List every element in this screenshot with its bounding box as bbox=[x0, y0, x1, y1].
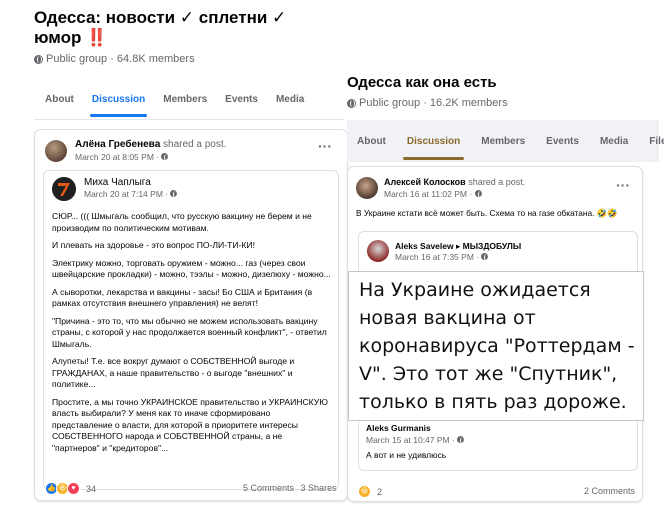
tabs-divider bbox=[34, 119, 344, 120]
globe-icon bbox=[347, 98, 356, 108]
post-author-line: Алексей Колосков shared a post. bbox=[384, 177, 525, 187]
tab-media[interactable]: Media bbox=[276, 94, 304, 105]
avatar-seven-icon bbox=[52, 177, 76, 201]
tab-events[interactable]: Events bbox=[546, 136, 579, 147]
post-author[interactable]: Алексей Колосков bbox=[384, 177, 466, 187]
paragraph: "Причина - это то, что мы обычно не може… bbox=[52, 315, 327, 349]
globe-icon bbox=[34, 54, 43, 64]
post-shared-text: shared a post. bbox=[163, 139, 227, 150]
tab-files[interactable]: Files bbox=[649, 136, 664, 147]
right-group-meta-text: Public group · 16.2K members bbox=[359, 97, 508, 109]
tab-discussion[interactable]: Discussion bbox=[89, 94, 148, 117]
paragraph: Электрику можно, торговать оружием - мож… bbox=[52, 257, 331, 280]
paragraph: И плевать на здоровье - это вопрос ПО-ЛИ… bbox=[52, 240, 255, 250]
shared-post-text: СЮР... ((( Шмыгаль сообщил, что русскую … bbox=[52, 211, 332, 460]
right-group-title[interactable]: Одесса как она есть bbox=[347, 74, 497, 91]
comment-date-text[interactable]: March 15 at 10:47 PM · bbox=[366, 435, 457, 445]
tab-members[interactable]: Members bbox=[163, 94, 207, 105]
tab-members[interactable]: Members bbox=[481, 136, 525, 147]
post-date-text[interactable]: March 20 at 8:05 PM · bbox=[75, 152, 161, 162]
tab-media[interactable]: Media bbox=[600, 136, 628, 147]
comment-date[interactable]: March 15 at 10:47 PM · bbox=[366, 435, 628, 445]
post-author-line: Алёна Гребенева shared a post. bbox=[75, 139, 226, 150]
globe-icon bbox=[481, 253, 490, 261]
comments-link[interactable]: 2 Comments bbox=[584, 486, 635, 496]
left-post-card: Алёна Гребенева shared a post. March 20 … bbox=[34, 129, 348, 501]
shared-post-card[interactable]: Миха Чаплыга March 20 at 7:14 PM · СЮР..… bbox=[43, 170, 339, 490]
comment-author-name[interactable]: Aleks Gurmanis bbox=[366, 423, 431, 433]
shared-date[interactable]: March 16 at 7:35 PM · bbox=[395, 252, 490, 262]
avatar[interactable] bbox=[367, 240, 389, 262]
paragraph: А сыворотки, лекарства и вакцины - засы!… bbox=[52, 286, 313, 309]
post-author[interactable]: Алёна Гребенева bbox=[75, 139, 160, 150]
globe-icon bbox=[170, 190, 179, 198]
heart-icon: ♥ bbox=[67, 482, 80, 495]
meme-image-text: На Украине ожидается новая вакцина от ко… bbox=[359, 279, 635, 413]
reaction-count[interactable]: 2 bbox=[377, 487, 382, 497]
globe-icon bbox=[161, 153, 170, 161]
right-tabs: About Discussion Members Events Media Fi… bbox=[357, 136, 664, 160]
right-post-card: Алексей Колосков shared a post. March 16… bbox=[347, 166, 644, 502]
post-text: В Украине кстати всё может быть. Схема т… bbox=[356, 208, 618, 218]
avatar[interactable] bbox=[45, 140, 67, 162]
avatar[interactable] bbox=[356, 177, 378, 199]
shared-date-text[interactable]: March 20 at 7:14 PM · bbox=[84, 189, 170, 199]
post-date-text[interactable]: March 16 at 11:02 PM · bbox=[384, 189, 475, 199]
arrow-icon: ▸ bbox=[455, 241, 461, 251]
tab-about[interactable]: About bbox=[45, 94, 74, 105]
shared-date-text[interactable]: March 16 at 7:35 PM · bbox=[395, 252, 481, 262]
paragraph: Простите, а мы точно УКРАИНСКОЕ правител… bbox=[52, 396, 328, 453]
comment-author: Aleks Gurmanis bbox=[366, 423, 628, 433]
post-date[interactable]: March 16 at 11:02 PM · bbox=[384, 189, 483, 199]
shared-author-line: Aleks Savelew ▸ МЫЗДОБУЛЫ bbox=[395, 241, 521, 252]
globe-icon bbox=[457, 436, 466, 444]
paragraph: Алупеты! Т.е. все вокруг думают о СОБСТВ… bbox=[52, 356, 295, 389]
post-date[interactable]: March 20 at 8:05 PM · bbox=[75, 152, 170, 162]
post-shared-text: shared a post. bbox=[468, 177, 526, 187]
post-stats: 5 Comments 3 Shares bbox=[243, 483, 337, 493]
reaction-count[interactable]: 34 bbox=[86, 484, 96, 494]
tab-about[interactable]: About bbox=[357, 136, 386, 147]
left-group-meta-text: Public group · 64.8K members bbox=[46, 53, 195, 65]
shared-author[interactable]: Миха Чаплыга bbox=[84, 177, 151, 188]
post-menu-button[interactable]: ··· bbox=[616, 177, 630, 193]
globe-icon bbox=[474, 190, 483, 198]
post-menu-button[interactable]: ··· bbox=[318, 138, 332, 154]
comment-text: А вот и не удивлюсь bbox=[366, 450, 447, 460]
reactions[interactable]: 👍 😆 ♥ 34 bbox=[45, 482, 96, 495]
meme-image[interactable]: На Украине ожидается новая вакцина от ко… bbox=[348, 271, 644, 421]
avatar[interactable] bbox=[52, 177, 76, 201]
haha-icon: 😆 bbox=[358, 485, 371, 498]
tab-discussion[interactable]: Discussion bbox=[402, 136, 465, 160]
left-tabs: About Discussion Members Events Media bbox=[45, 94, 304, 117]
shared-author[interactable]: Aleks Savelew bbox=[395, 241, 454, 251]
left-group-title[interactable]: Одесса: новости ✓ сплетни ✓ юмор ‼️ bbox=[34, 8, 334, 48]
comment: Aleks Gurmanis March 15 at 10:47 PM · А … bbox=[366, 423, 628, 462]
shared-group[interactable]: МЫЗДОБУЛЫ bbox=[463, 241, 522, 251]
shares-link[interactable]: 3 Shares bbox=[301, 483, 337, 493]
left-group-meta: Public group · 64.8K members bbox=[34, 53, 195, 65]
paragraph: СЮР... ((( Шмыгаль сообщил, что русскую … bbox=[52, 211, 312, 233]
shared-date[interactable]: March 20 at 7:14 PM · bbox=[84, 189, 179, 199]
reactions[interactable]: 😆 2 bbox=[358, 485, 382, 498]
tab-events[interactable]: Events bbox=[225, 94, 258, 105]
right-group-meta: Public group · 16.2K members bbox=[347, 97, 508, 109]
comments-link[interactable]: 5 Comments bbox=[243, 483, 294, 493]
